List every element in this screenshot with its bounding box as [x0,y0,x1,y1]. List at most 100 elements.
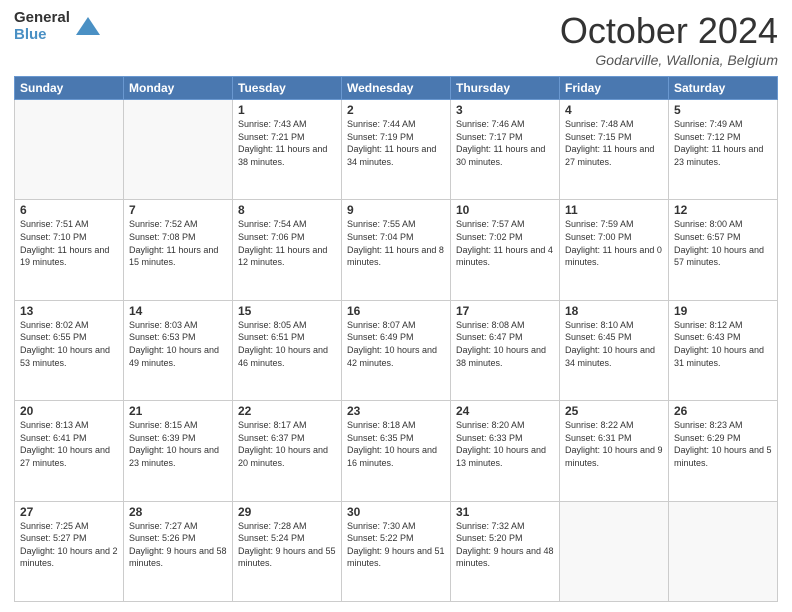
day-info: Sunrise: 7:59 AMSunset: 7:00 PMDaylight:… [565,218,663,268]
day-number: 11 [565,203,663,217]
calendar-day-cell: 14Sunrise: 8:03 AMSunset: 6:53 PMDayligh… [124,300,233,400]
weekday-header: Friday [560,77,669,100]
day-number: 5 [674,103,772,117]
calendar-week-row: 20Sunrise: 8:13 AMSunset: 6:41 PMDayligh… [15,401,778,501]
day-info: Sunrise: 8:02 AMSunset: 6:55 PMDaylight:… [20,319,118,369]
day-info: Sunrise: 7:44 AMSunset: 7:19 PMDaylight:… [347,118,445,168]
day-number: 20 [20,404,118,418]
calendar-week-row: 13Sunrise: 8:02 AMSunset: 6:55 PMDayligh… [15,300,778,400]
day-number: 24 [456,404,554,418]
calendar-day-cell [124,100,233,200]
calendar-day-cell: 29Sunrise: 7:28 AMSunset: 5:24 PMDayligh… [233,501,342,601]
day-info: Sunrise: 7:48 AMSunset: 7:15 PMDaylight:… [565,118,663,168]
logo: General Blue [14,10,102,43]
calendar-day-cell: 24Sunrise: 8:20 AMSunset: 6:33 PMDayligh… [451,401,560,501]
day-info: Sunrise: 7:52 AMSunset: 7:08 PMDaylight:… [129,218,227,268]
calendar-day-cell: 16Sunrise: 8:07 AMSunset: 6:49 PMDayligh… [342,300,451,400]
weekday-header: Tuesday [233,77,342,100]
day-info: Sunrise: 8:03 AMSunset: 6:53 PMDaylight:… [129,319,227,369]
day-number: 12 [674,203,772,217]
calendar-day-cell: 10Sunrise: 7:57 AMSunset: 7:02 PMDayligh… [451,200,560,300]
calendar-day-cell: 1Sunrise: 7:43 AMSunset: 7:21 PMDaylight… [233,100,342,200]
calendar-day-cell: 30Sunrise: 7:30 AMSunset: 5:22 PMDayligh… [342,501,451,601]
day-number: 8 [238,203,336,217]
calendar-day-cell: 18Sunrise: 8:10 AMSunset: 6:45 PMDayligh… [560,300,669,400]
calendar-day-cell: 13Sunrise: 8:02 AMSunset: 6:55 PMDayligh… [15,300,124,400]
day-number: 31 [456,505,554,519]
calendar-day-cell: 21Sunrise: 8:15 AMSunset: 6:39 PMDayligh… [124,401,233,501]
day-info: Sunrise: 8:23 AMSunset: 6:29 PMDaylight:… [674,419,772,469]
day-number: 6 [20,203,118,217]
day-info: Sunrise: 7:30 AMSunset: 5:22 PMDaylight:… [347,520,445,570]
day-number: 3 [456,103,554,117]
calendar-day-cell: 3Sunrise: 7:46 AMSunset: 7:17 PMDaylight… [451,100,560,200]
day-info: Sunrise: 8:18 AMSunset: 6:35 PMDaylight:… [347,419,445,469]
day-info: Sunrise: 8:00 AMSunset: 6:57 PMDaylight:… [674,218,772,268]
day-number: 17 [456,304,554,318]
day-info: Sunrise: 8:05 AMSunset: 6:51 PMDaylight:… [238,319,336,369]
weekday-header: Sunday [15,77,124,100]
calendar-day-cell: 25Sunrise: 8:22 AMSunset: 6:31 PMDayligh… [560,401,669,501]
calendar-day-cell: 8Sunrise: 7:54 AMSunset: 7:06 PMDaylight… [233,200,342,300]
calendar-week-row: 27Sunrise: 7:25 AMSunset: 5:27 PMDayligh… [15,501,778,601]
day-info: Sunrise: 8:17 AMSunset: 6:37 PMDaylight:… [238,419,336,469]
weekday-header: Thursday [451,77,560,100]
calendar-day-cell: 20Sunrise: 8:13 AMSunset: 6:41 PMDayligh… [15,401,124,501]
day-info: Sunrise: 8:07 AMSunset: 6:49 PMDaylight:… [347,319,445,369]
location-subtitle: Godarville, Wallonia, Belgium [560,52,778,68]
calendar-day-cell [560,501,669,601]
weekday-header: Monday [124,77,233,100]
day-info: Sunrise: 8:20 AMSunset: 6:33 PMDaylight:… [456,419,554,469]
calendar-day-cell: 11Sunrise: 7:59 AMSunset: 7:00 PMDayligh… [560,200,669,300]
logo-general: General [14,10,70,27]
day-info: Sunrise: 8:12 AMSunset: 6:43 PMDaylight:… [674,319,772,369]
day-info: Sunrise: 7:51 AMSunset: 7:10 PMDaylight:… [20,218,118,268]
day-info: Sunrise: 8:22 AMSunset: 6:31 PMDaylight:… [565,419,663,469]
calendar-day-cell: 2Sunrise: 7:44 AMSunset: 7:19 PMDaylight… [342,100,451,200]
month-title: October 2024 [560,10,778,52]
day-number: 21 [129,404,227,418]
day-info: Sunrise: 8:10 AMSunset: 6:45 PMDaylight:… [565,319,663,369]
day-info: Sunrise: 7:25 AMSunset: 5:27 PMDaylight:… [20,520,118,570]
calendar-day-cell: 27Sunrise: 7:25 AMSunset: 5:27 PMDayligh… [15,501,124,601]
day-info: Sunrise: 8:15 AMSunset: 6:39 PMDaylight:… [129,419,227,469]
day-info: Sunrise: 7:32 AMSunset: 5:20 PMDaylight:… [456,520,554,570]
day-info: Sunrise: 7:49 AMSunset: 7:12 PMDaylight:… [674,118,772,168]
calendar-day-cell: 26Sunrise: 8:23 AMSunset: 6:29 PMDayligh… [669,401,778,501]
calendar-day-cell [15,100,124,200]
day-info: Sunrise: 7:55 AMSunset: 7:04 PMDaylight:… [347,218,445,268]
calendar-day-cell: 19Sunrise: 8:12 AMSunset: 6:43 PMDayligh… [669,300,778,400]
weekday-header: Wednesday [342,77,451,100]
day-info: Sunrise: 8:13 AMSunset: 6:41 PMDaylight:… [20,419,118,469]
calendar-day-cell: 22Sunrise: 8:17 AMSunset: 6:37 PMDayligh… [233,401,342,501]
day-number: 27 [20,505,118,519]
day-number: 15 [238,304,336,318]
day-number: 4 [565,103,663,117]
day-number: 30 [347,505,445,519]
day-info: Sunrise: 7:46 AMSunset: 7:17 PMDaylight:… [456,118,554,168]
weekday-header-row: SundayMondayTuesdayWednesdayThursdayFrid… [15,77,778,100]
calendar-day-cell: 7Sunrise: 7:52 AMSunset: 7:08 PMDaylight… [124,200,233,300]
day-info: Sunrise: 7:28 AMSunset: 5:24 PMDaylight:… [238,520,336,570]
day-number: 22 [238,404,336,418]
weekday-header: Saturday [669,77,778,100]
day-number: 1 [238,103,336,117]
day-info: Sunrise: 7:54 AMSunset: 7:06 PMDaylight:… [238,218,336,268]
day-number: 26 [674,404,772,418]
calendar-day-cell: 23Sunrise: 8:18 AMSunset: 6:35 PMDayligh… [342,401,451,501]
day-number: 9 [347,203,445,217]
day-number: 13 [20,304,118,318]
logo-blue: Blue [14,27,70,44]
day-number: 18 [565,304,663,318]
day-info: Sunrise: 7:57 AMSunset: 7:02 PMDaylight:… [456,218,554,268]
day-number: 16 [347,304,445,318]
day-number: 2 [347,103,445,117]
calendar-week-row: 6Sunrise: 7:51 AMSunset: 7:10 PMDaylight… [15,200,778,300]
day-number: 23 [347,404,445,418]
page: General Blue October 2024 Godarville, Wa… [0,0,792,612]
calendar-day-cell: 12Sunrise: 8:00 AMSunset: 6:57 PMDayligh… [669,200,778,300]
calendar-day-cell: 15Sunrise: 8:05 AMSunset: 6:51 PMDayligh… [233,300,342,400]
calendar-day-cell: 17Sunrise: 8:08 AMSunset: 6:47 PMDayligh… [451,300,560,400]
day-number: 28 [129,505,227,519]
day-number: 14 [129,304,227,318]
